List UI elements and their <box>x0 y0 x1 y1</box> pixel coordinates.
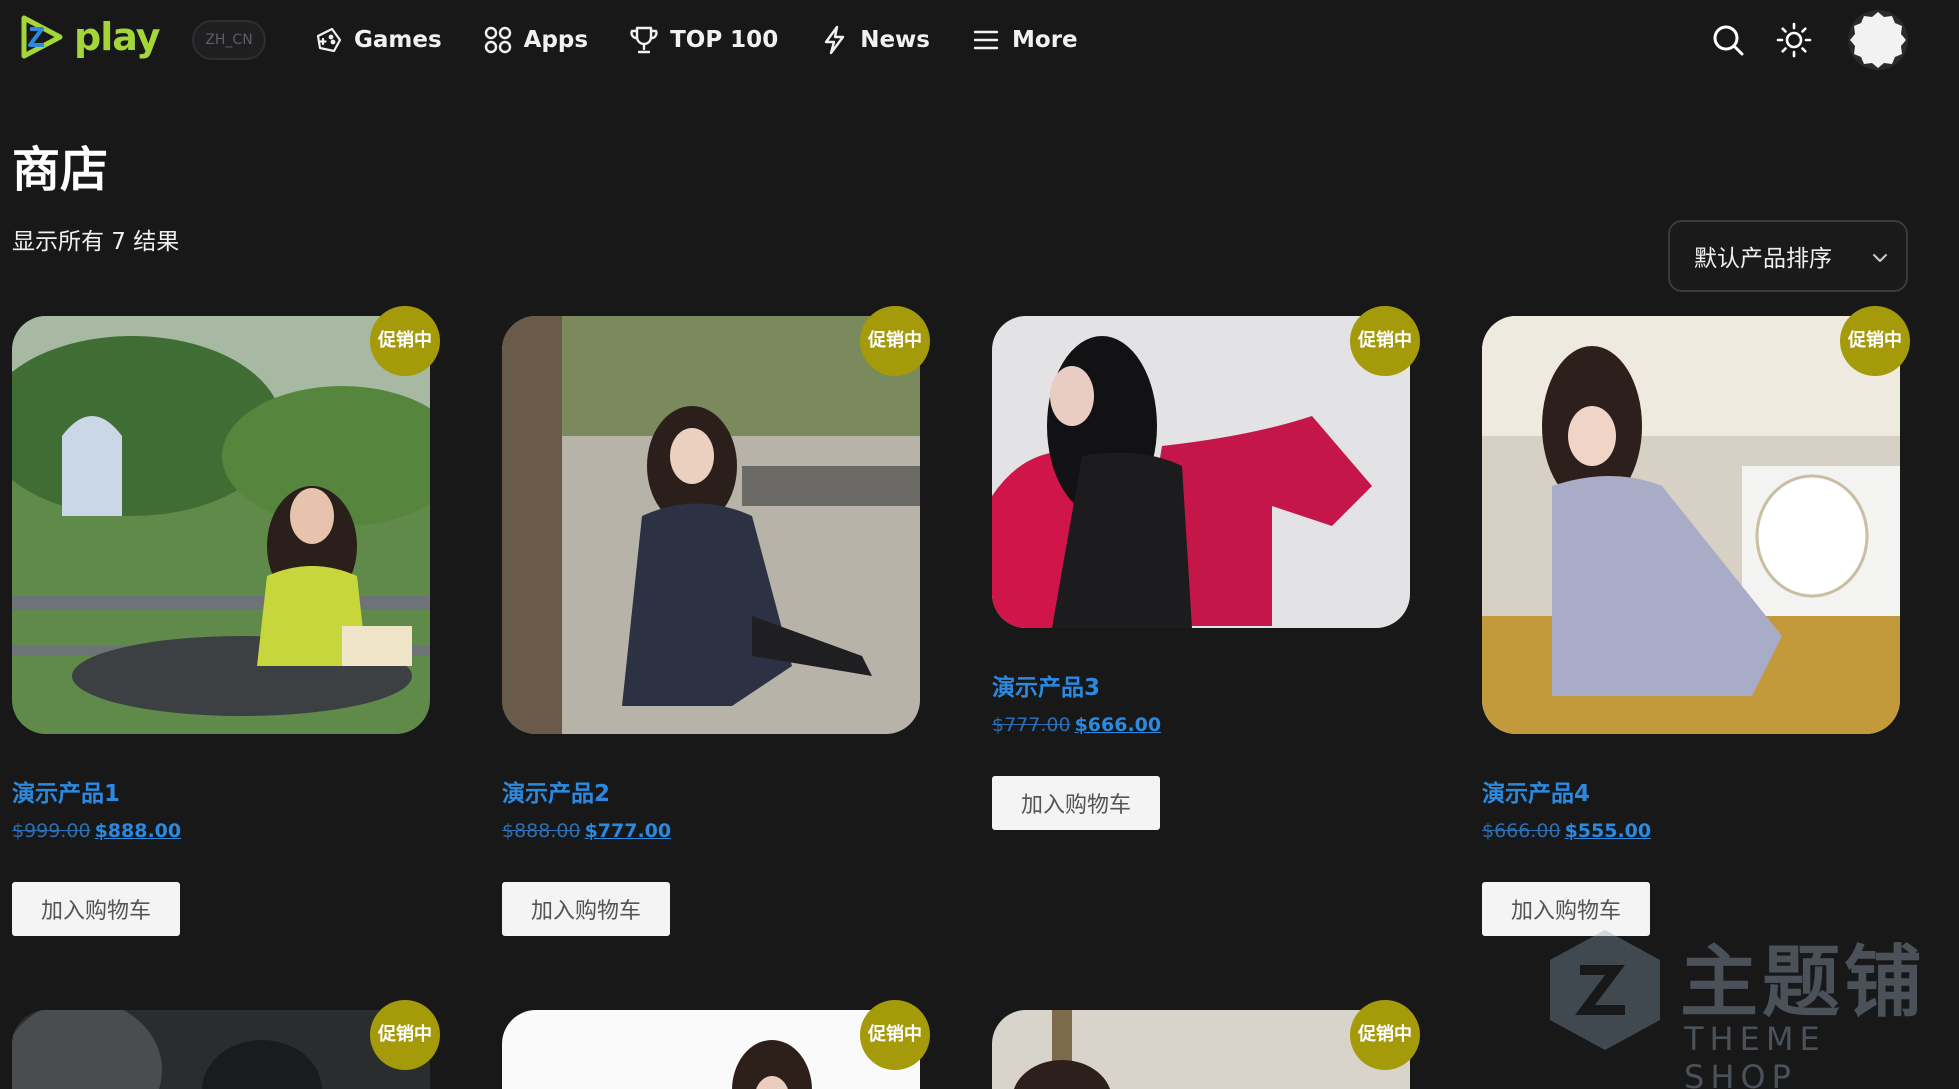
search-icon[interactable] <box>1708 20 1748 60</box>
sort-select-label: 默认产品排序 <box>1694 246 1832 272</box>
product-card: 促销中 演示产品2 $888.00 $777.00 加入购物车 <box>502 306 930 946</box>
product-card: 促销中 演示产品1 $999.00 $888.00 加入购物车 <box>12 306 440 946</box>
nav-news-label: News <box>860 27 930 53</box>
logo-text: play <box>74 15 160 59</box>
product-card: 促销中 <box>502 1000 930 1089</box>
sort-select[interactable]: 默认产品排序 <box>1668 220 1908 292</box>
sale-badge: 促销中 <box>370 306 440 376</box>
chevron-down-icon <box>1873 254 1887 262</box>
product-image[interactable] <box>12 316 430 734</box>
sale-badge: 促销中 <box>1350 306 1420 376</box>
nav-games[interactable]: Games <box>312 18 442 62</box>
sale-badge: 促销中 <box>860 1000 930 1070</box>
nav-top100-label: TOP 100 <box>670 27 779 53</box>
add-to-cart-button[interactable]: 加入购物车 <box>992 776 1160 830</box>
old-price: $666.00 <box>1482 820 1561 842</box>
new-price[interactable]: $555.00 <box>1565 820 1652 842</box>
product-image[interactable] <box>12 1010 430 1089</box>
product-price: $999.00 $888.00 <box>12 820 181 842</box>
old-price: $777.00 <box>992 714 1071 736</box>
product-image[interactable] <box>502 316 920 734</box>
watermark-logo-icon <box>1550 930 1660 1050</box>
product-image[interactable] <box>992 1010 1410 1089</box>
nav-apps-label: Apps <box>523 27 589 53</box>
nav-games-label: Games <box>354 27 442 53</box>
sale-badge: 促销中 <box>1840 306 1910 376</box>
menu-icon <box>973 30 999 50</box>
add-to-cart-button[interactable]: 加入购物车 <box>502 882 670 936</box>
theme-toggle-sun-icon[interactable] <box>1774 20 1814 60</box>
new-price[interactable]: $777.00 <box>585 820 672 842</box>
product-title[interactable]: 演示产品4 <box>1482 774 1590 808</box>
logo-icon <box>21 15 63 59</box>
product-price: $888.00 $777.00 <box>502 820 671 842</box>
product-title[interactable]: 演示产品1 <box>12 774 120 808</box>
product-card: 促销中 <box>12 1000 440 1089</box>
nav-more[interactable]: More <box>970 18 1078 62</box>
sale-badge: 促销中 <box>370 1000 440 1070</box>
product-image[interactable] <box>1482 316 1900 734</box>
product-card: 促销中 演示产品3 $777.00 $666.00 加入购物车 <box>992 306 1420 836</box>
site-header: play ZH_CN Games Apps TOP 100 News More <box>0 0 1959 80</box>
product-image[interactable] <box>992 316 1410 628</box>
product-title[interactable]: 演示产品3 <box>992 668 1100 702</box>
watermark: 主题铺 THEME SHOP <box>1540 920 1940 1089</box>
main-nav: Games Apps TOP 100 News More <box>312 18 1118 62</box>
old-price: $888.00 <box>502 820 581 842</box>
watermark-subtitle: THEME SHOP <box>1684 1020 1826 1089</box>
page-title: 商店 <box>12 142 109 198</box>
product-title[interactable]: 演示产品2 <box>502 774 610 808</box>
site-logo[interactable]: play <box>18 14 160 60</box>
nav-more-label: More <box>1012 27 1078 53</box>
product-card: 促销中 <box>992 1000 1420 1089</box>
sale-badge: 促销中 <box>1350 1000 1420 1070</box>
apps-grid-icon <box>484 26 511 54</box>
language-switcher[interactable]: ZH_CN <box>192 20 266 60</box>
add-to-cart-button[interactable]: 加入购物车 <box>12 882 180 936</box>
product-image[interactable] <box>502 1010 920 1089</box>
old-price: $999.00 <box>12 820 91 842</box>
result-count: 显示所有 7 结果 <box>12 229 180 255</box>
new-price[interactable]: $888.00 <box>95 820 182 842</box>
product-price: $777.00 $666.00 <box>992 714 1161 736</box>
gamepad-icon <box>316 27 342 53</box>
new-price[interactable]: $666.00 <box>1075 714 1162 736</box>
avatar-icon <box>1850 12 1906 68</box>
user-avatar[interactable] <box>1848 10 1908 70</box>
sale-badge: 促销中 <box>860 306 930 376</box>
product-card: 促销中 演示产品4 $666.00 $555.00 加入购物车 <box>1482 306 1910 946</box>
watermark-title: 主题铺 <box>1680 938 1927 1028</box>
nav-top100[interactable]: TOP 100 <box>628 18 778 62</box>
product-price: $666.00 $555.00 <box>1482 820 1651 842</box>
nav-news[interactable]: News <box>818 18 930 62</box>
nav-apps[interactable]: Apps <box>482 18 588 62</box>
lightning-icon <box>825 25 845 55</box>
trophy-icon <box>630 26 658 54</box>
